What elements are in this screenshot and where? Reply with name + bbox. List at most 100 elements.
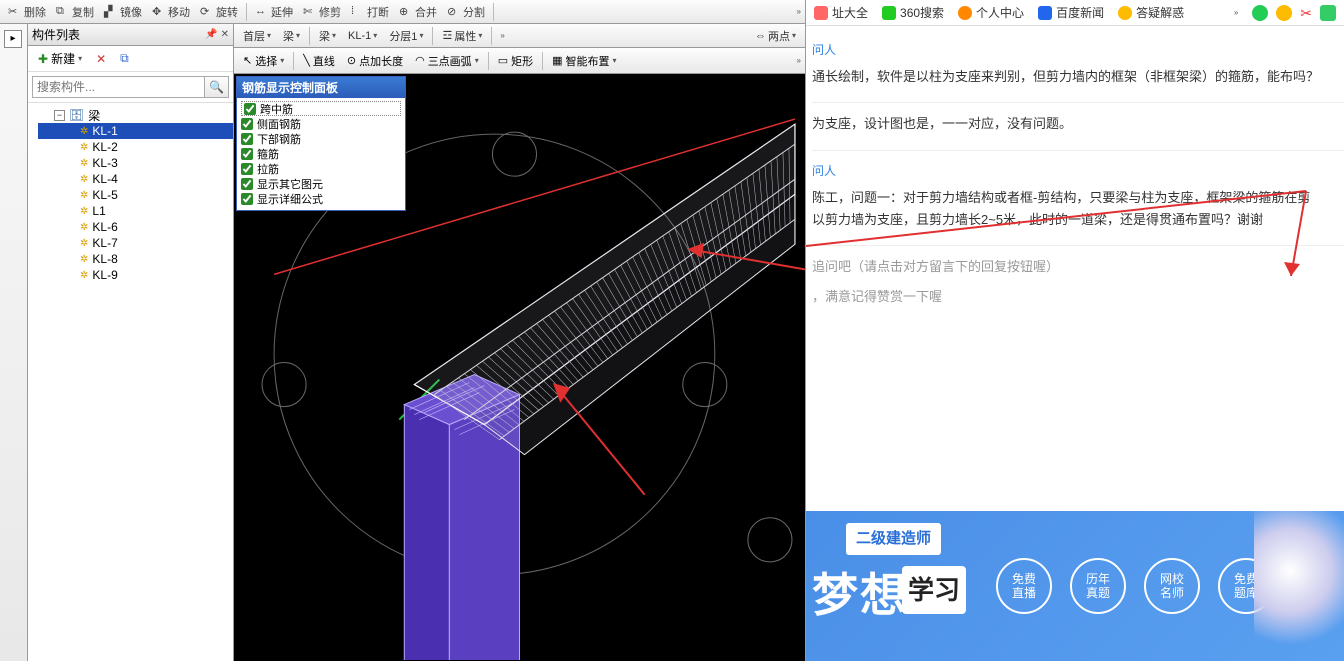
rebar-toggle-5[interactable]: 显示其它图元 (241, 176, 401, 191)
copy-component-button[interactable]: ⧉ (116, 49, 133, 68)
rebar-label: 箍筋 (257, 146, 279, 162)
rebar-checkbox[interactable] (244, 103, 256, 115)
control-panel-title[interactable]: 钢筋显示控制面板 (237, 77, 405, 98)
new-component-button[interactable]: ✚新建▾ (34, 48, 86, 69)
minimize-icon[interactable] (1276, 5, 1292, 21)
tree-item-label: KL-3 (92, 156, 117, 170)
rect-tool[interactable]: ▭矩形 (493, 51, 538, 71)
arc3-tool[interactable]: ◠三点画弧▾ (410, 51, 484, 71)
pin-icon[interactable]: 📌 ✕ (205, 29, 229, 40)
rebar-label: 侧面钢筋 (257, 116, 301, 132)
beam-3d (414, 124, 795, 455)
rebar-toggle-2[interactable]: 下部钢筋 (241, 131, 401, 146)
rebar-toggle-1[interactable]: 侧面钢筋 (241, 116, 401, 131)
qa-asker-2: 问人 (812, 161, 1344, 181)
split-button[interactable]: ⊘分割 (443, 2, 489, 22)
bookmark-baidu[interactable]: 百度新闻 (1038, 4, 1104, 21)
bookmark-qa[interactable]: 答疑解惑 (1118, 4, 1184, 21)
member-dropdown[interactable]: KL-1▾ (343, 26, 382, 46)
rebar-label: 显示其它图元 (257, 176, 323, 192)
subbar-overflow-icon[interactable]: » (500, 31, 504, 40)
bookmark-personal[interactable]: 个人中心 (958, 4, 1024, 21)
qa-text-1: 通长绘制，软件是以柱为支座来判别，但剪力墙内的框架（非框架梁）的箍筋，能布吗？ (812, 66, 1344, 88)
panel-toolbar: ✚新建▾ ✕ ⧉ (28, 46, 233, 72)
smart-icon: ▦ (552, 54, 562, 67)
ad-circle-0[interactable]: 免费 直播 (996, 558, 1052, 614)
browser-content[interactable]: 问人 通长绘制，软件是以柱为支座来判别，但剪力墙内的框架（非框架梁）的箍筋，能布… (806, 26, 1344, 661)
twopoint-icon: ⇔ (755, 30, 766, 42)
tree-item-kl-1[interactable]: ✲KL-1 (38, 123, 233, 139)
extend-button[interactable]: ↔延伸 (251, 2, 297, 22)
rebar-toggle-0[interactable]: 跨中筋 (241, 101, 401, 116)
browser-bookmark-bar: 址大全 360搜索 个人中心 百度新闻 答疑解惑 » ✂ (806, 0, 1344, 26)
bookmark-overflow[interactable]: » (1234, 8, 1238, 17)
search-icon: 🔍 (209, 80, 224, 94)
qa-answer-1: 为支座，设计图也是，一一对应，没有问题。 (812, 113, 1344, 135)
tree-item-kl-4[interactable]: ✲KL-4 (38, 171, 233, 187)
twopoint-button[interactable]: ⇔两点▾ (750, 26, 801, 46)
tree-item-kl-7[interactable]: ✲KL-7 (38, 235, 233, 251)
tree-item-l1[interactable]: ✲L1 (38, 203, 233, 219)
rebar-toggle-3[interactable]: 箍筋 (241, 146, 401, 161)
floor-dropdown[interactable]: 首层▾ (238, 26, 276, 46)
cad-app: ✂删除 ⧉复制 ▞镜像 ✥移动 ⟳旋转 ↔延伸 ✄修剪 ⁞打断 ⊕合并 ⊘分割 … (0, 0, 806, 661)
properties-button[interactable]: ☲属性▾ (437, 26, 487, 46)
search-row: 🔍 (28, 72, 233, 103)
drawbar-overflow-icon[interactable]: » (797, 56, 801, 65)
ad-banner[interactable]: 二级建造师 梦想 学习 免费 直播历年 真题网校 名师免费 题库 (806, 511, 1344, 661)
gear-icon: ✲ (80, 270, 88, 281)
bookmark-360[interactable]: 360搜索 (882, 4, 944, 21)
move-button[interactable]: ✥移动 (148, 2, 194, 22)
merge-button[interactable]: ⊕合并 (395, 2, 441, 22)
rebar-toggle-6[interactable]: 显示详细公式 (241, 191, 401, 206)
split-icon: ⊘ (447, 5, 461, 19)
rebar-checkbox[interactable] (241, 133, 253, 145)
tree-root-beam[interactable]: − 🗄 梁 (38, 107, 233, 123)
break-button[interactable]: ⁞打断 (347, 2, 393, 22)
rotate-button[interactable]: ⟳旋转 (196, 2, 242, 22)
gear-icon: ✲ (80, 158, 88, 169)
3d-viewport[interactable]: 钢筋显示控制面板 跨中筋侧面钢筋下部钢筋箍筋拉筋显示其它图元显示详细公式 (234, 74, 805, 661)
extension-icon[interactable] (1320, 5, 1336, 21)
ad-dream-text: 梦想 (812, 556, 908, 634)
search-button[interactable]: 🔍 (205, 76, 229, 98)
move-icon: ✥ (152, 5, 166, 19)
rebar-checkbox[interactable] (241, 178, 253, 190)
bookmark-sites[interactable]: 址大全 (814, 4, 868, 21)
sidebar-expand-button[interactable]: ▸ (4, 30, 22, 48)
ad-circle-1[interactable]: 历年 真题 (1070, 558, 1126, 614)
layer-dropdown[interactable]: 分层1▾ (384, 26, 428, 46)
trim-button[interactable]: ✄修剪 (299, 2, 345, 22)
ad-circle-2[interactable]: 网校 名师 (1144, 558, 1200, 614)
tree-item-kl-2[interactable]: ✲KL-2 (38, 139, 233, 155)
tree-item-kl-5[interactable]: ✲KL-5 (38, 187, 233, 203)
rebar-toggle-4[interactable]: 拉筋 (241, 161, 401, 176)
tree-item-kl-9[interactable]: ✲KL-9 (38, 267, 233, 283)
tree-item-kl-6[interactable]: ✲KL-6 (38, 219, 233, 235)
addlen-tool[interactable]: ⊙点加长度 (342, 51, 408, 71)
collapse-icon[interactable]: − (54, 110, 65, 121)
qa-asker-1: 问人 (812, 40, 1344, 60)
tree-item-kl-3[interactable]: ✲ KL-3 (38, 155, 233, 171)
clip-icon[interactable]: ✂ (1300, 5, 1312, 21)
category-dropdown[interactable]: 梁▾ (278, 26, 305, 46)
delete-component-button[interactable]: ✕ (92, 50, 110, 68)
line-tool[interactable]: ╲直线 (298, 51, 340, 71)
rebar-checkbox[interactable] (241, 163, 253, 175)
copy-button[interactable]: ⧉复制 (52, 2, 98, 22)
trim-icon: ✄ (303, 5, 317, 19)
mirror-button[interactable]: ▞镜像 (100, 2, 146, 22)
baidu-icon (1038, 6, 1052, 20)
delete-button[interactable]: ✂删除 (4, 2, 50, 22)
category2-dropdown[interactable]: 梁▾ (314, 26, 341, 46)
merge-icon: ⊕ (399, 5, 413, 19)
tree-item-kl-8[interactable]: ✲KL-8 (38, 251, 233, 267)
chat-icon[interactable] (1252, 5, 1268, 21)
smart-tool[interactable]: ▦智能布置▾ (547, 51, 621, 71)
select-tool[interactable]: ↖选择▾ (238, 51, 289, 71)
rebar-checkbox[interactable] (241, 118, 253, 130)
search-input[interactable] (32, 76, 205, 98)
rebar-checkbox[interactable] (241, 148, 253, 160)
rebar-checkbox[interactable] (241, 193, 253, 205)
toolbar-overflow-icon[interactable]: » (797, 7, 801, 16)
